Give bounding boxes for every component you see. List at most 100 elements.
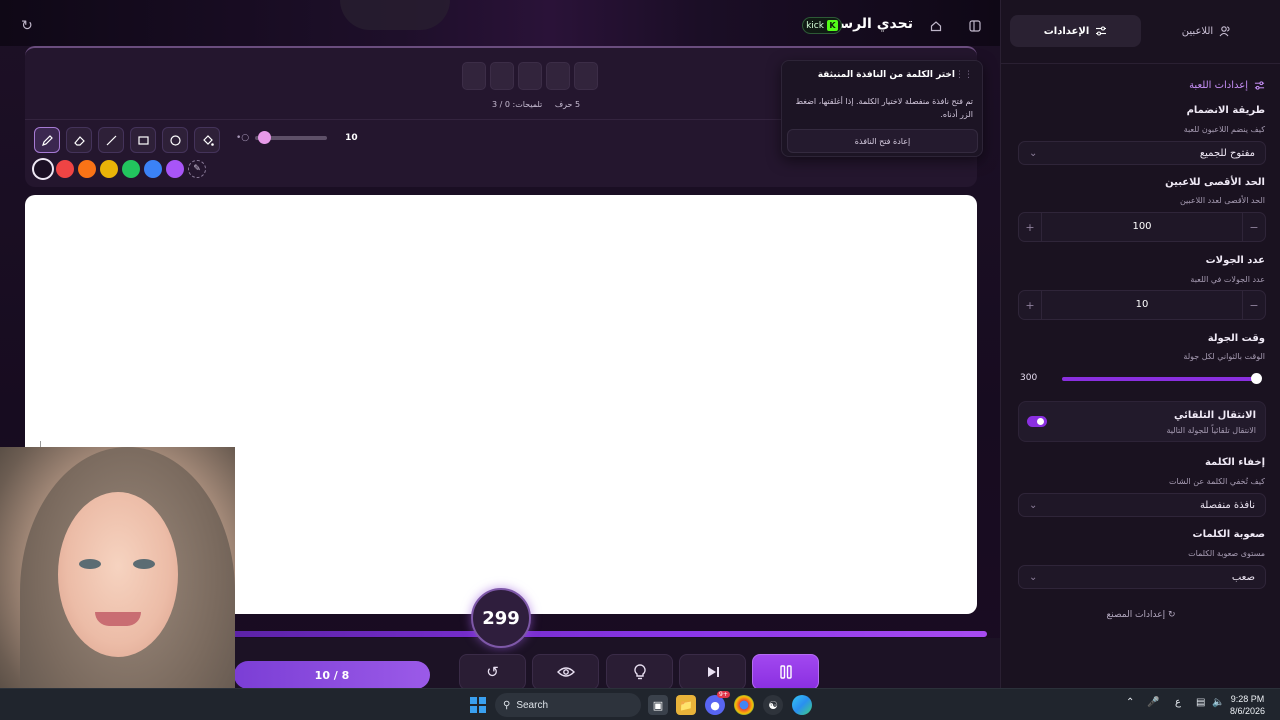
max-players-value[interactable]: 100: [1041, 213, 1243, 241]
search-placeholder: Search: [516, 699, 549, 711]
divider: [1001, 63, 1280, 64]
rounds-value[interactable]: 10: [1041, 291, 1243, 319]
color-swatch[interactable]: [34, 160, 52, 178]
hide-word-select[interactable]: نافذة منفصلة ⌄: [1018, 493, 1266, 517]
webcam-eye-shape: [133, 559, 155, 569]
round-timer: 299: [471, 588, 531, 648]
max-players-label: الحد الأقصى للاعبين: [1165, 177, 1265, 188]
eraser-tool-button[interactable]: [66, 127, 92, 153]
auto-advance-toggle[interactable]: [1027, 416, 1047, 427]
users-icon: [1219, 26, 1230, 37]
letter-slot: [518, 62, 542, 90]
hint-button[interactable]: [606, 654, 673, 688]
color-swatch[interactable]: [56, 160, 74, 178]
volume-icon[interactable]: 🔈: [1212, 697, 1224, 708]
webcam-face-shape: [58, 492, 178, 657]
restart-button[interactable]: ↺: [459, 654, 526, 688]
brush-size-icon: •○: [236, 133, 250, 143]
join-mode-desc: كيف ينضم اللاعبون للعبة: [1183, 125, 1265, 134]
microphone-icon[interactable]: 🎤: [1147, 697, 1159, 708]
brush-size-slider[interactable]: [255, 131, 328, 144]
brush-size-control: •○ 10: [236, 131, 358, 144]
drag-handle-icon[interactable]: ⋮⋮: [955, 70, 973, 80]
minus-button[interactable]: −: [1243, 291, 1265, 319]
factory-reset-label: إعدادات المصنع: [1106, 610, 1166, 620]
app-icon[interactable]: ☯: [763, 695, 783, 715]
lightbulb-icon: [633, 664, 646, 680]
kick-logo-icon: K: [826, 20, 838, 31]
brush-size-slider-knob[interactable]: [258, 131, 272, 144]
max-players-stepper: − 100 +: [1018, 212, 1266, 242]
reveal-word-button[interactable]: [532, 654, 599, 688]
minus-button[interactable]: −: [1243, 213, 1265, 241]
letter-slot: [574, 62, 598, 90]
reopen-window-button[interactable]: إعادة فتح النافذة: [787, 129, 978, 153]
refresh-icon[interactable]: ↻: [16, 15, 38, 37]
color-swatch[interactable]: [100, 160, 118, 178]
taskbar-clock[interactable]: 9:28 PM 8/6/2026: [1230, 693, 1265, 717]
letter-slot: [490, 62, 514, 90]
color-swatch[interactable]: [122, 160, 140, 178]
circle-tool-button[interactable]: [162, 127, 188, 153]
letters-count: 5 حرف: [554, 100, 581, 109]
rectangle-tool-button[interactable]: [130, 127, 156, 153]
edge-icon[interactable]: [792, 695, 812, 715]
difficulty-select[interactable]: صعب ⌄: [1018, 565, 1266, 589]
hide-word-desc: كيف تُخفي الكلمة عن الشات: [1168, 477, 1265, 486]
color-swatch[interactable]: [78, 160, 96, 178]
tab-players[interactable]: اللاعبين: [1141, 15, 1272, 47]
home-icon[interactable]: [925, 15, 947, 37]
skip-round-button[interactable]: [679, 654, 746, 688]
custom-color-picker-icon[interactable]: ✎: [188, 160, 206, 178]
color-palette: ✎: [34, 160, 206, 178]
word-popup-notice: ⋮⋮ اختر الكلمة من النافذة المنبثقة تم فت…: [781, 60, 983, 157]
tab-players-label: اللاعبين: [1181, 25, 1214, 37]
difficulty-label: صعوبة الكلمات: [1192, 529, 1265, 540]
sidebar-toggle-icon[interactable]: [964, 15, 986, 37]
section-title: إعدادات اللعبة: [1189, 80, 1265, 91]
line-tool-button[interactable]: [98, 127, 124, 153]
auto-advance-card: الانتقال التلقائي الانتقال تلقائياً للجو…: [1018, 401, 1266, 442]
pen-tool-button[interactable]: [34, 127, 60, 153]
plus-button[interactable]: +: [1019, 291, 1041, 319]
eye-icon: [556, 667, 575, 677]
color-swatch[interactable]: [166, 160, 184, 178]
chrome-icon[interactable]: [734, 695, 754, 715]
language-indicator[interactable]: ع: [1175, 697, 1181, 708]
discord-badge: 9+: [717, 691, 730, 698]
round-time-label: وقت الجولة: [1207, 333, 1265, 344]
fill-tool-button[interactable]: [194, 127, 220, 153]
background-decoration: [340, 0, 450, 30]
join-mode-select[interactable]: مفتوح للجميع ⌄: [1018, 141, 1266, 165]
notice-body: تم فتح نافذة منفصلة لاختيار الكلمة. إذا …: [795, 97, 973, 119]
settings-sidebar: اللاعبين الإعدادات إعدادات اللعبة طريقة …: [1000, 0, 1280, 688]
round-time-track[interactable]: [1062, 377, 1258, 381]
plus-button[interactable]: +: [1019, 213, 1041, 241]
clock-time: 9:28 PM: [1230, 694, 1265, 704]
color-swatch[interactable]: [144, 160, 162, 178]
pause-button[interactable]: [752, 654, 819, 688]
tab-settings[interactable]: الإعدادات: [1010, 15, 1141, 47]
auto-advance-desc: الانتقال تلقائياً للجولة التالية: [1166, 426, 1256, 435]
windows-start-icon[interactable]: [470, 697, 486, 713]
letter-slot: [546, 62, 570, 90]
round-time-knob[interactable]: [1251, 373, 1262, 384]
section-title-label: إعدادات اللعبة: [1189, 80, 1248, 91]
rounds-stepper: − 10 +: [1018, 290, 1266, 320]
file-explorer-icon[interactable]: 📁: [676, 695, 696, 715]
notice-title: اختر الكلمة من النافذة المنبثقة: [817, 70, 955, 80]
kick-badge: kick K: [802, 17, 842, 34]
show-hidden-icons-icon[interactable]: ⌃: [1126, 697, 1134, 708]
max-players-desc: الحد الأقصى لعدد اللاعبين: [1179, 196, 1265, 205]
kick-label: kick: [806, 20, 824, 31]
discord-icon[interactable]: 9+ ●: [705, 691, 730, 715]
task-view-icon[interactable]: ▣: [648, 695, 668, 715]
taskbar-search[interactable]: ⚲ Search: [495, 693, 641, 717]
difficulty-desc: مستوى صعوبة الكلمات: [1188, 549, 1265, 558]
network-icon[interactable]: ▤: [1196, 697, 1205, 708]
brush-size-value: 10: [345, 133, 358, 143]
factory-reset-button[interactable]: ↻ إعدادات المصنع: [1001, 610, 1280, 620]
webcam-overlay: [0, 447, 235, 720]
round-time-desc: الوقت بالثواني لكل جولة: [1183, 352, 1265, 361]
round-progress-bar: [225, 631, 987, 637]
